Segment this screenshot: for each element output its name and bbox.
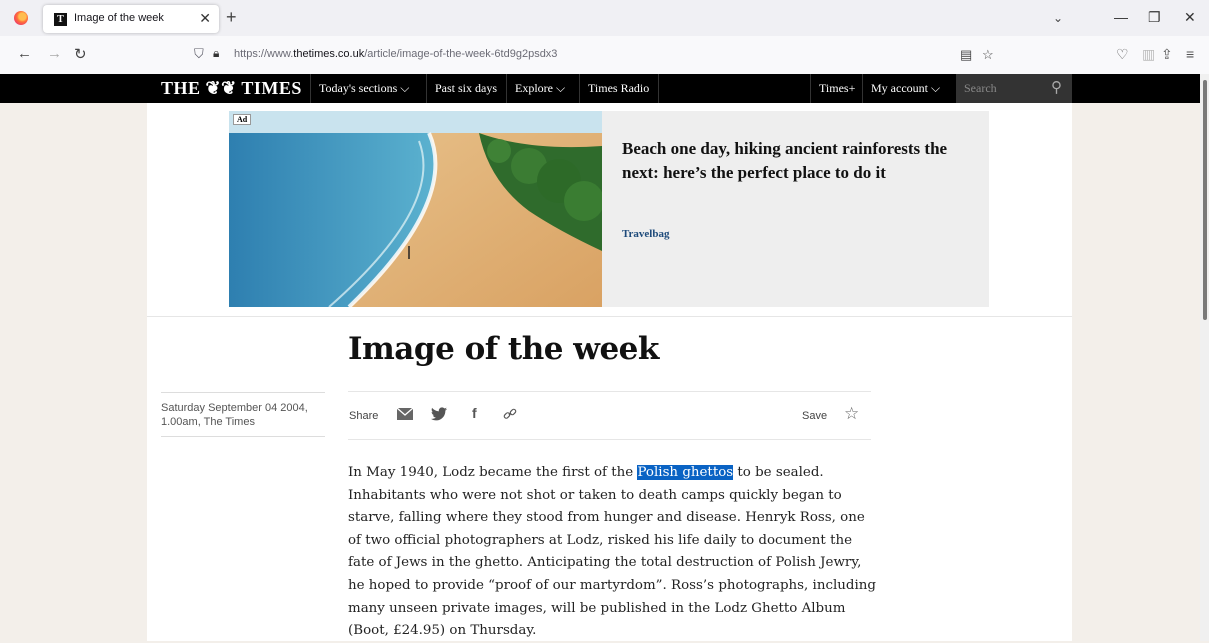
browser-tab-strip: T Image of the week ✕ + ⌄ — ❐ ✕ — [0, 0, 1209, 36]
url-text[interactable]: https://www.thetimes.co.uk/article/image… — [234, 48, 557, 60]
article-page: Ad Beach one day, hiking ancient rainfor… — [147, 103, 1072, 641]
ad-headline[interactable]: Beach one day, hiking ancient rainforest… — [622, 137, 972, 185]
site-search-input[interactable]: Search ⚲ — [956, 74, 1072, 103]
list-all-tabs-icon[interactable]: ⌄ — [1053, 11, 1063, 25]
body-text-start: In May 1940, Lodz became the first of th… — [348, 465, 638, 480]
share-divider-top — [348, 391, 871, 392]
tab-title: Image of the week — [74, 12, 164, 24]
times-site-navigation: THE ❦❦ TIMES Today's sections ⌵ Past six… — [0, 74, 1200, 103]
meta-divider-bottom — [161, 436, 325, 437]
scrollbar-thumb[interactable] — [1203, 80, 1207, 320]
back-icon[interactable]: ← — [17, 45, 32, 62]
search-placeholder: Search — [964, 81, 997, 95]
reload-icon[interactable]: ↻ — [74, 45, 87, 63]
share-divider-bottom — [348, 439, 871, 440]
navigation-toolbar: ← → ↻ ⛉ 🔒︎ https://www.thetimes.co.uk/ar… — [0, 36, 1209, 75]
sidebar-icon[interactable]: ▥ — [1142, 46, 1155, 63]
new-tab-icon[interactable]: + — [226, 7, 237, 28]
times-favicon-icon: T — [54, 13, 67, 26]
meta-divider-top — [161, 392, 325, 393]
lock-icon[interactable]: 🔒︎ — [213, 46, 219, 61]
nav-explore[interactable]: Explore ⌵ — [506, 74, 579, 103]
ad-sponsor[interactable]: Travelbag — [622, 228, 669, 240]
nav-todays-sections[interactable]: Today's sections ⌵ — [310, 74, 426, 103]
share-label: Share — [349, 410, 379, 422]
advertisement[interactable]: Ad Beach one day, hiking ancient rainfor… — [229, 111, 989, 307]
highlighted-link-polish-ghettos[interactable]: Polish ghettos — [637, 465, 734, 480]
nav-past-six-days[interactable]: Past six days — [426, 74, 506, 103]
dateline-time-source: 1.00am, The Times — [161, 416, 255, 428]
save-label[interactable]: Save — [802, 410, 827, 422]
tracking-protection-shield-icon[interactable]: ⛉ — [194, 46, 204, 62]
address-bar[interactable]: ⛉ 🔒︎ https://www.thetimes.co.uk/article/… — [186, 42, 1006, 68]
firefox-icon[interactable] — [14, 11, 28, 25]
tab-image-of-the-week[interactable]: T Image of the week ✕ — [43, 5, 219, 33]
page-scrollbar[interactable] — [1200, 74, 1209, 641]
reader-view-icon[interactable]: ▤ — [960, 47, 972, 63]
divider — [147, 316, 1072, 317]
article-dateline: Saturday September 04 2004, 1.00am, The … — [161, 401, 331, 429]
forward-icon[interactable]: → — [47, 45, 62, 62]
close-tab-icon[interactable]: ✕ — [199, 10, 211, 27]
search-icon[interactable]: ⚲ — [1051, 78, 1062, 96]
minimize-icon[interactable]: — — [1114, 9, 1128, 25]
beach-ad-image[interactable] — [229, 111, 602, 307]
article-headline: Image of the week — [348, 331, 659, 367]
extensions-icon[interactable]: ⇪ — [1161, 46, 1173, 63]
article-body: In May 1940, Lodz became the first of th… — [348, 462, 878, 643]
save-star-icon[interactable]: ☆ — [844, 404, 859, 424]
dateline-date: Saturday September 04 2004, — [161, 402, 308, 414]
ad-label: Ad — [233, 114, 252, 125]
bookmark-star-icon[interactable]: ☆ — [982, 47, 994, 63]
copy-link-icon[interactable] — [503, 407, 517, 421]
nav-times-radio[interactable]: Times Radio — [579, 74, 659, 103]
nav-my-account[interactable]: My account ⌵ — [862, 74, 956, 103]
facebook-share-icon[interactable]: f — [472, 405, 477, 421]
email-share-icon[interactable] — [397, 408, 413, 420]
restore-icon[interactable]: ❐ — [1148, 9, 1161, 26]
menu-icon[interactable]: ≡ — [1186, 46, 1194, 62]
nav-times-plus[interactable]: Times+ — [810, 74, 862, 103]
pocket-icon[interactable]: ♡ — [1116, 46, 1129, 63]
body-text-rest: to be sealed. Inhabitants who were not s… — [348, 465, 876, 639]
times-masthead-logo[interactable]: THE ❦❦ TIMES — [161, 78, 302, 99]
window-close-icon[interactable]: ✕ — [1184, 9, 1196, 26]
twitter-share-icon[interactable] — [431, 407, 447, 421]
